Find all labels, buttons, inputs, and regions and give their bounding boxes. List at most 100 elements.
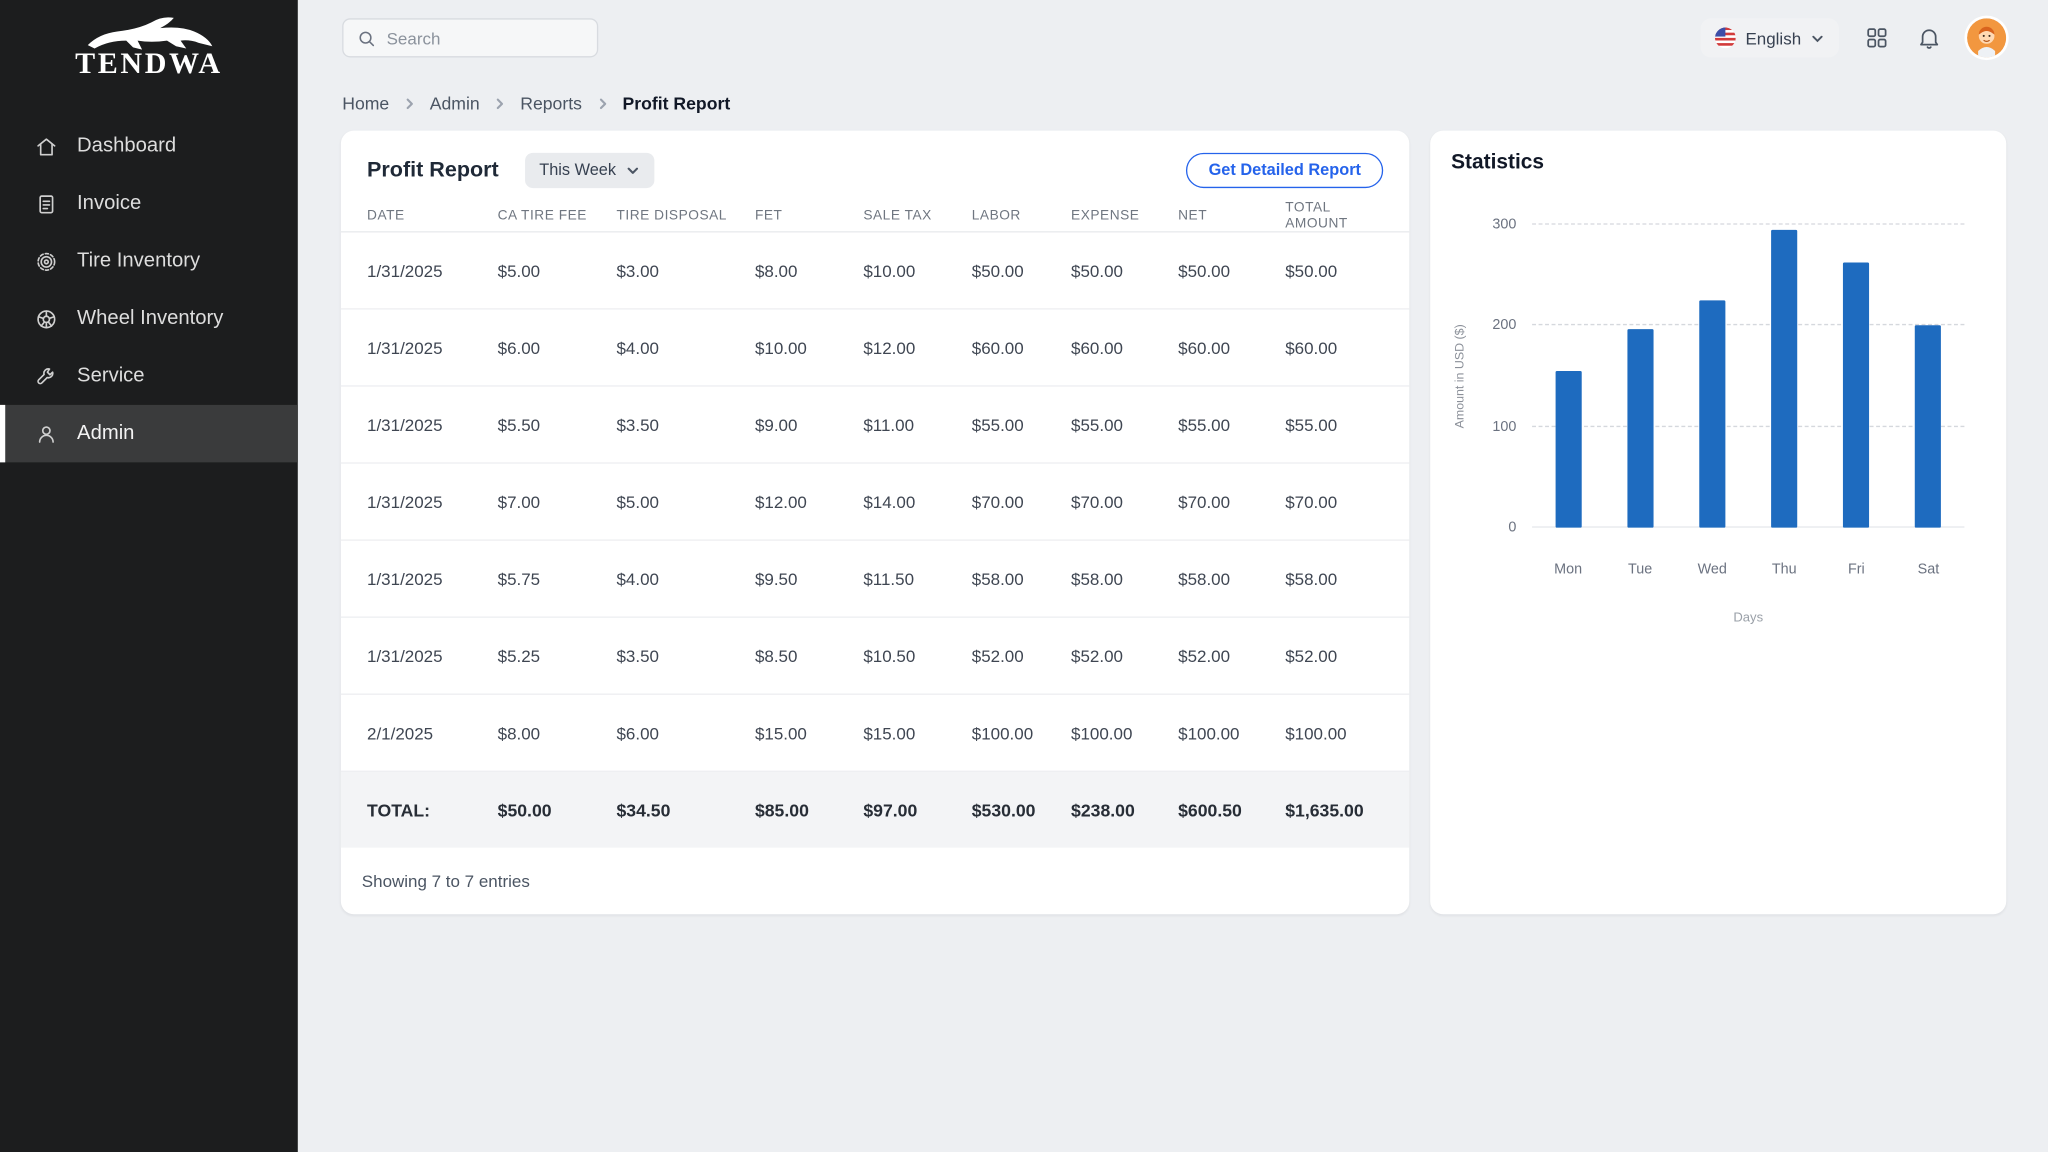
- table-row: 1/31/2025$5.00$3.00$8.00$10.00$50.00$50.…: [341, 232, 1409, 309]
- date-range-dropdown[interactable]: This Week: [525, 152, 654, 187]
- total-cell: $34.50: [616, 800, 754, 820]
- total-cell: $85.00: [755, 800, 863, 820]
- user-avatar[interactable]: [1967, 18, 2006, 57]
- sidebar-item-wheel-inventory[interactable]: Wheel Inventory: [0, 290, 298, 347]
- breadcrumb-home[interactable]: Home: [342, 93, 389, 113]
- table-cell: $10.00: [863, 261, 971, 281]
- table-cell: $5.75: [498, 569, 617, 589]
- content: Profit Report This Week Get Detailed Rep…: [298, 131, 2048, 915]
- column-header: LABOR: [972, 207, 1071, 223]
- table-cell: $8.00: [498, 723, 617, 743]
- table-row: 1/31/2025$7.00$5.00$12.00$14.00$70.00$70…: [341, 464, 1409, 541]
- table-cell: 1/31/2025: [367, 415, 498, 435]
- table-cell: $50.00: [1178, 261, 1285, 281]
- table-row: 1/31/2025$5.75$4.00$9.50$11.50$58.00$58.…: [341, 541, 1409, 618]
- table-cell: $55.00: [1071, 415, 1178, 435]
- bar-mon[interactable]: [1555, 371, 1581, 528]
- table-cell: $100.00: [1285, 723, 1383, 743]
- table-cell: $8.50: [755, 646, 863, 666]
- sidebar-item-admin[interactable]: Admin: [0, 405, 298, 462]
- apps-grid-button[interactable]: [1863, 24, 1892, 53]
- sidebar-item-label: Invoice: [77, 192, 141, 216]
- brand-logo[interactable]: TENDWA: [0, 0, 298, 89]
- breadcrumb-admin[interactable]: Admin: [430, 93, 480, 113]
- sidebar-item-tire-inventory[interactable]: Tire Inventory: [0, 232, 298, 289]
- wheel-icon: [34, 306, 59, 331]
- chart-plot: [1532, 225, 1964, 528]
- table-cell: $58.00: [1178, 569, 1285, 589]
- table-cell: $4.00: [616, 569, 754, 589]
- table-cell: $11.00: [863, 415, 971, 435]
- date-range-label: This Week: [539, 161, 616, 179]
- sidebar-item-dashboard[interactable]: Dashboard: [0, 118, 298, 175]
- column-header: FET: [755, 207, 863, 223]
- chevron-right-icon: [493, 96, 507, 110]
- bar-sat[interactable]: [1915, 326, 1941, 528]
- table-cell: $70.00: [1071, 492, 1178, 512]
- service-icon: [34, 364, 59, 389]
- language-selector[interactable]: English: [1701, 18, 1839, 57]
- table-cell: $100.00: [1071, 723, 1178, 743]
- y-tick-label: 200: [1492, 318, 1516, 334]
- column-header: NET: [1178, 207, 1285, 223]
- x-tick-label: Sat: [1892, 562, 1964, 578]
- table-row: 1/31/2025$5.25$3.50$8.50$10.50$52.00$52.…: [341, 618, 1409, 695]
- sidebar-item-invoice[interactable]: Invoice: [0, 175, 298, 232]
- table-cell: $5.00: [498, 261, 617, 281]
- table-cell: 2/1/2025: [367, 723, 498, 743]
- sidebar-item-label: Service: [77, 364, 145, 388]
- bar-tue[interactable]: [1627, 329, 1653, 528]
- get-detailed-report-button[interactable]: Get Detailed Report: [1186, 152, 1383, 187]
- total-cell: $1,635.00: [1285, 800, 1383, 820]
- table-cell: 1/31/2025: [367, 261, 498, 281]
- table-cell: 1/31/2025: [367, 492, 498, 512]
- x-tick-label: Thu: [1748, 562, 1820, 578]
- table-cell: $52.00: [1071, 646, 1178, 666]
- table-cell: $6.00: [498, 338, 617, 358]
- breadcrumb-reports[interactable]: Reports: [520, 93, 582, 113]
- x-tick-label: Tue: [1604, 562, 1676, 578]
- main-area: English: [298, 0, 2048, 1152]
- notifications-button[interactable]: [1915, 24, 1944, 53]
- table-cell: $58.00: [1071, 569, 1178, 589]
- app-root: TENDWA Dashboard Invoice Tire Inventory …: [0, 0, 2048, 1152]
- table-cell: $3.50: [616, 415, 754, 435]
- bar-slot: [1676, 225, 1748, 528]
- breadcrumb-current: Profit Report: [622, 93, 730, 113]
- table-row: 1/31/2025$6.00$4.00$10.00$12.00$60.00$60…: [341, 310, 1409, 387]
- table-cell: 1/31/2025: [367, 338, 498, 358]
- entries-count-text: Showing 7 to 7 entries: [362, 871, 530, 891]
- table-total-row: TOTAL:$50.00$34.50$85.00$97.00$530.00$23…: [341, 772, 1409, 848]
- bar-wed[interactable]: [1699, 300, 1725, 527]
- grid-icon: [1864, 25, 1890, 51]
- y-tick-label: 300: [1492, 217, 1516, 233]
- sidebar-item-service[interactable]: Service: [0, 347, 298, 404]
- table-cell: $60.00: [1178, 338, 1285, 358]
- table-row: 2/1/2025$8.00$6.00$15.00$15.00$100.00$10…: [341, 695, 1409, 772]
- table-header-row: DATECA TIRE FEETIRE DISPOSALFETSALE TAXL…: [341, 199, 1409, 233]
- table-cell: $100.00: [972, 723, 1071, 743]
- bell-icon: [1916, 25, 1942, 51]
- table-cell: $3.50: [616, 646, 754, 666]
- bar-fri[interactable]: [1843, 263, 1869, 528]
- x-tick-label: Fri: [1820, 562, 1892, 578]
- table-cell: $5.25: [498, 646, 617, 666]
- sidebar-item-label: Admin: [77, 422, 134, 446]
- total-cell: $530.00: [972, 800, 1071, 820]
- column-header: SALE TAX: [863, 207, 971, 223]
- chart-y-axis: 0100200300: [1469, 225, 1516, 528]
- bar-slot: [1604, 225, 1676, 528]
- search-box[interactable]: [342, 18, 598, 57]
- chart-x-axis-title: Days: [1532, 611, 1964, 625]
- bar-thu[interactable]: [1771, 230, 1797, 528]
- invoice-icon: [34, 191, 59, 216]
- brand-name: TENDWA: [75, 47, 223, 81]
- search-input[interactable]: [387, 28, 584, 48]
- table-cell: $50.00: [1285, 261, 1383, 281]
- table-cell: 1/31/2025: [367, 646, 498, 666]
- y-tick-label: 0: [1508, 520, 1516, 536]
- table-cell: $58.00: [1285, 569, 1383, 589]
- bar-slot: [1532, 225, 1604, 528]
- table-cell: $52.00: [1178, 646, 1285, 666]
- table-cell: $70.00: [1178, 492, 1285, 512]
